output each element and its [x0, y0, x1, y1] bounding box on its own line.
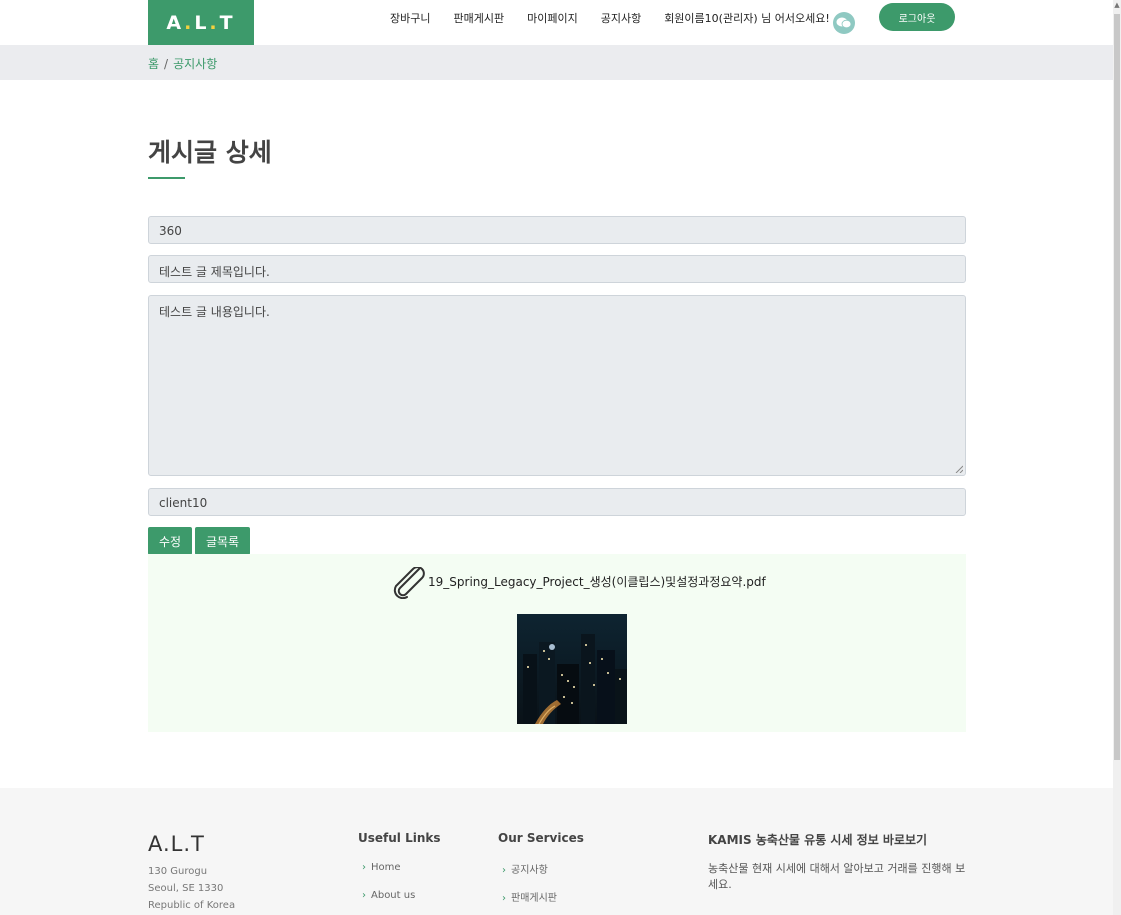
breadcrumb-current: 공지사항: [173, 57, 218, 71]
list-button[interactable]: 글목록: [195, 527, 250, 555]
resize-handle-icon[interactable]: [955, 465, 963, 473]
scroll-up-icon[interactable]: ▲: [1113, 0, 1121, 10]
paperclip-icon: [393, 567, 425, 599]
scrollbar-thumb[interactable]: [1114, 14, 1120, 760]
useful-links-title: Useful Links: [358, 831, 441, 845]
logout-button[interactable]: 로그아웃: [879, 3, 955, 31]
attachment-panel: 19_Spring_Legacy_Project_생성(이클립스)및설정과정요약…: [148, 554, 966, 732]
footer-service-notice[interactable]: › 공지사항: [502, 861, 548, 876]
chevron-right-icon: ›: [362, 862, 366, 873]
our-services-title: Our Services: [498, 831, 584, 845]
main-nav: 장바구니 판매게시판 마이페이지 공지사항 회원이름10(관리자) 님 어서오세…: [390, 0, 830, 36]
page-scrollbar[interactable]: ▲: [1113, 0, 1121, 915]
edit-button[interactable]: 수정: [148, 527, 192, 555]
attachment-image-thumbnail[interactable]: [517, 614, 627, 724]
nav-notice[interactable]: 공지사항: [601, 10, 641, 26]
footer-address: 130 Gurogu Seoul, SE 1330 Republic of Ko…: [148, 866, 236, 911]
attachment-filename-link[interactable]: 19_Spring_Legacy_Project_생성(이클립스)및설정과정요약…: [428, 573, 766, 590]
site-header: A.L.T 장바구니 판매게시판 마이페이지 공지사항 회원이름10(관리자) …: [0, 0, 1113, 45]
footer-brand: A.L.T: [148, 832, 205, 856]
breadcrumb-home[interactable]: 홈: [148, 57, 159, 71]
breadcrumb-separator: /: [164, 57, 169, 71]
nav-sales-board[interactable]: 판매게시판: [453, 10, 504, 26]
chat-bubble-icon[interactable]: [833, 12, 855, 34]
post-content-textarea[interactable]: 테스트 글 내용입니다.: [148, 295, 966, 476]
chevron-right-icon: ›: [362, 890, 366, 901]
footer-link-about[interactable]: › About us: [362, 890, 415, 901]
post-content-text: 테스트 글 내용입니다.: [159, 305, 270, 319]
post-title-field[interactable]: 테스트 글 제목입니다.: [148, 255, 966, 283]
title-underline: [148, 177, 185, 179]
nav-welcome-user: 회원이름10(관리자) 님 어서오세요!: [664, 12, 830, 25]
footer-link-home[interactable]: › Home: [362, 862, 401, 873]
kamis-title[interactable]: KAMIS 농축산물 유통 시세 정보 바로보기: [708, 831, 927, 848]
post-writer-field[interactable]: client10: [148, 488, 966, 516]
breadcrumb-bar: 홈 / 공지사항: [0, 45, 1113, 80]
chevron-right-icon: ›: [502, 893, 506, 904]
post-number-field[interactable]: 360: [148, 216, 966, 244]
chevron-right-icon: ›: [502, 865, 506, 876]
site-footer: A.L.T 130 Gurogu Seoul, SE 1330 Republic…: [0, 788, 1113, 915]
nav-mypage[interactable]: 마이페이지: [527, 10, 578, 26]
kamis-description: 농축산물 현재 시세에 대해서 알아보고 거래를 진행해 보세요.: [708, 862, 966, 891]
page-title: 게시글 상세: [148, 138, 272, 167]
breadcrumb: 홈 / 공지사항: [148, 55, 217, 72]
nav-cart[interactable]: 장바구니: [390, 10, 430, 26]
site-logo[interactable]: A.L.T: [148, 0, 254, 45]
footer-service-sales-board[interactable]: › 판매게시판: [502, 889, 557, 904]
